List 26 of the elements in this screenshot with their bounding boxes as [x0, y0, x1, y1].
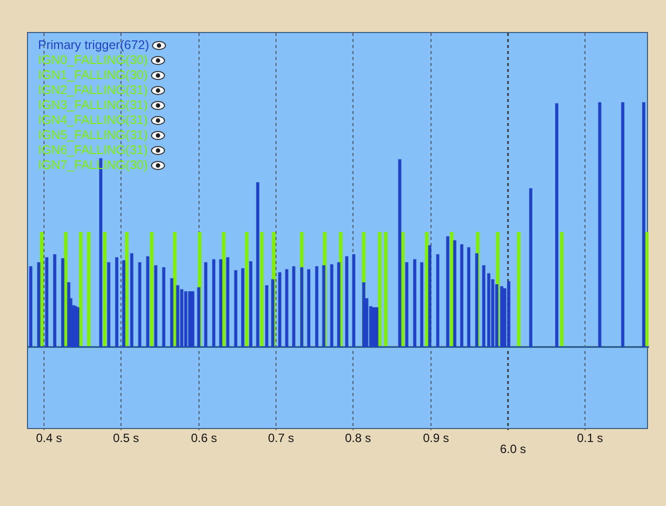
- eye-icon[interactable]: [150, 71, 165, 80]
- eye-icon[interactable]: [150, 146, 165, 155]
- legend-label: IGN5_FALLING(31): [38, 128, 148, 143]
- axis-tick-label: 0.1 s: [577, 430, 603, 447]
- legend-label: IGN1_FALLING(30): [38, 68, 148, 83]
- eye-icon[interactable]: [150, 131, 165, 140]
- eye-icon[interactable]: [150, 86, 165, 95]
- axis-tick-label: 0.4 s: [36, 430, 62, 447]
- legend-label: IGN2_FALLING(31): [38, 83, 148, 98]
- legend-label: IGN0_FALLING(30): [38, 53, 148, 68]
- eye-icon[interactable]: [150, 56, 165, 65]
- axis-tick-label: 6.0 s: [500, 441, 526, 458]
- eye-icon[interactable]: [152, 41, 166, 50]
- eye-icon[interactable]: [150, 161, 165, 170]
- axis-tick-label: 0.8 s: [345, 430, 371, 447]
- axis-tick-label: 0.5 s: [113, 430, 139, 447]
- legend-label: IGN3_FALLING(31): [38, 98, 148, 113]
- legend-label: IGN7_FALLING(30): [38, 158, 148, 173]
- eye-icon[interactable]: [150, 101, 165, 110]
- legend-label: IGN6_FALLING(31): [38, 143, 148, 158]
- axis-tick-label: 0.7 s: [268, 430, 294, 447]
- axis-tick-label: 0.9 s: [423, 430, 449, 447]
- axis-tick-label: 0.6 s: [191, 430, 217, 447]
- eye-icon[interactable]: [150, 116, 165, 125]
- legend-label: IGN4_FALLING(31): [38, 113, 148, 128]
- legend-label: Primary trigger(672): [38, 38, 150, 53]
